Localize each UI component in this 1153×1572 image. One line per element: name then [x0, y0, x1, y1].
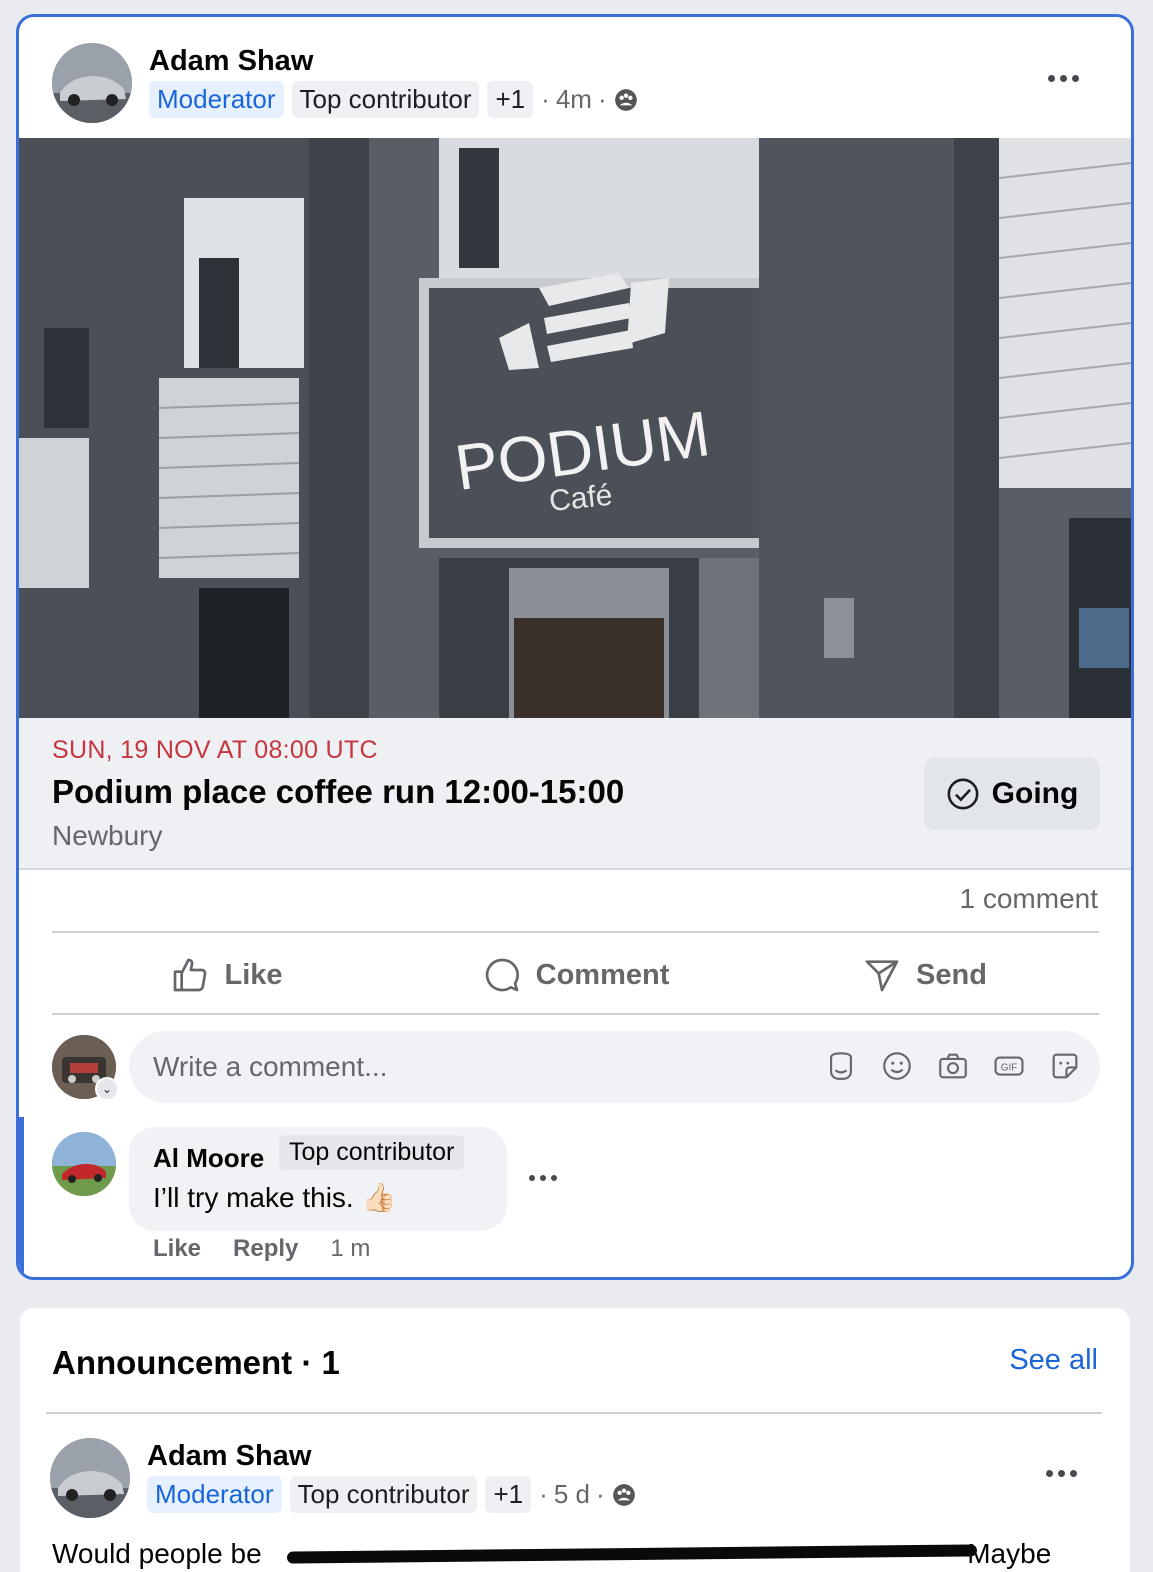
see-all-link[interactable]: See all — [1009, 1344, 1098, 1377]
divider — [52, 931, 1099, 933]
chevron-down-icon[interactable]: ⌄ — [95, 1077, 119, 1101]
announcement-author-avatar[interactable] — [50, 1438, 130, 1518]
announcement-card: Announcement · 1 See all Adam Shaw Moder… — [20, 1308, 1130, 1572]
event-post-card: Adam Shaw Moderator Top contributor +1 ·… — [16, 14, 1134, 1280]
comment-actions: Like Reply 1 m — [153, 1235, 370, 1263]
announcement-author-name[interactable]: Adam Shaw — [147, 1440, 311, 1473]
dot-separator: · — [541, 84, 550, 114]
post-time[interactable]: 4m — [556, 84, 592, 115]
announcement-author-badges: Moderator Top contributor +1 · 5 d · — [147, 1476, 637, 1513]
comment-bubble-icon — [485, 958, 519, 992]
announcement-text-start: Would people be — [52, 1538, 262, 1569]
author-name[interactable]: Adam Shaw — [149, 45, 313, 78]
sticker-icon[interactable] — [1048, 1049, 1082, 1083]
announcement-time[interactable]: 5 d — [554, 1479, 590, 1510]
comment-text-body: I’ll try make this. — [153, 1182, 354, 1213]
comment-text: I’ll try make this. 👍🏻 — [153, 1181, 396, 1214]
like-button[interactable]: Like — [52, 935, 401, 1015]
comment-more-options-icon[interactable] — [529, 1175, 557, 1181]
comment-input-placeholder: Write a comment... — [153, 1051, 388, 1082]
top-contributor-badge[interactable]: Top contributor — [289, 1476, 478, 1513]
author-avatar[interactable] — [52, 43, 132, 123]
moderator-badge[interactable]: Moderator — [149, 81, 284, 118]
like-label: Like — [224, 958, 283, 991]
event-details[interactable]: SUN, 19 NOV AT 08:00 UTC Podium place co… — [19, 718, 1131, 870]
send-label: Send — [916, 958, 987, 991]
send-button[interactable]: Send — [750, 935, 1099, 1015]
thumbs-up-icon — [174, 958, 207, 992]
author-badges: Moderator Top contributor +1 · 4m · — [149, 81, 639, 118]
divider — [46, 1412, 1102, 1414]
car-photo-avatar — [52, 43, 132, 123]
comment-reply-button[interactable]: Reply — [233, 1235, 298, 1263]
svg-text:GIF: GIF — [1001, 1063, 1018, 1074]
car-photo-avatar — [50, 1438, 130, 1518]
commenter-badge[interactable]: Top contributor — [279, 1135, 465, 1170]
commenter-name[interactable]: Al Moore — [153, 1143, 264, 1174]
comment-input[interactable]: Write a comment... GIF — [129, 1031, 1100, 1103]
commenter-avatar[interactable] — [52, 1132, 116, 1196]
top-contributor-badge[interactable]: Top contributor — [291, 81, 480, 118]
comment-count[interactable]: 1 comment — [960, 883, 1099, 915]
post-actions-bar: Like Comment Send — [52, 935, 1099, 1015]
dot-separator: · — [597, 84, 607, 114]
event-cover-photo[interactable]: PODIUM Café — [19, 138, 1131, 718]
emoji-icon[interactable] — [880, 1049, 914, 1083]
announcement-meta: · 5 d · — [539, 1479, 637, 1510]
thread-indicator — [19, 1117, 24, 1277]
post-meta: · 4m · — [541, 84, 638, 115]
announcement-title: Announcement · 1 — [52, 1344, 340, 1381]
thumbs-up-emoji: 👍🏻 — [361, 1182, 397, 1213]
extra-badges-count[interactable]: +1 — [487, 81, 534, 118]
send-icon — [865, 960, 899, 992]
extra-badges-count[interactable]: +1 — [485, 1476, 532, 1513]
going-button[interactable]: Going — [924, 758, 1100, 830]
group-privacy-icon — [612, 1483, 635, 1506]
comment-time: 1 m — [330, 1235, 371, 1262]
divider — [52, 1013, 1099, 1015]
comment-label: Comment — [535, 958, 670, 991]
announcement-text-end: Maybe — [967, 1538, 1052, 1569]
moderator-badge[interactable]: Moderator — [147, 1476, 282, 1513]
check-circle-icon — [947, 778, 979, 810]
comment-button[interactable]: Comment — [401, 935, 750, 1015]
event-location: Newbury — [52, 820, 163, 851]
group-privacy-icon — [614, 88, 637, 111]
sign-sub: Café — [547, 479, 613, 518]
red-car-photo-avatar — [52, 1132, 116, 1196]
event-date: SUN, 19 NOV AT 08:00 UTC — [52, 736, 378, 764]
going-label: Going — [991, 777, 1079, 810]
announcement-more-options-icon[interactable] — [1046, 1470, 1077, 1477]
dot-separator: · — [539, 1479, 548, 1509]
event-title[interactable]: Podium place coffee run 12:00-15:00 — [52, 773, 624, 811]
gif-icon[interactable]: GIF — [992, 1049, 1026, 1083]
comment-input-tools: GIF — [824, 1049, 1082, 1083]
podium-cafe-storefront-image: PODIUM Café — [19, 138, 1131, 718]
post-more-options-icon[interactable] — [1048, 75, 1079, 82]
camera-icon[interactable] — [936, 1049, 970, 1083]
comment-like-button[interactable]: Like — [153, 1235, 201, 1263]
dot-separator: · — [595, 1479, 605, 1509]
comment-bubble[interactable]: Al Moore Top contributor I’ll try make t… — [129, 1127, 507, 1231]
avatar-sticker-icon[interactable] — [824, 1049, 858, 1083]
